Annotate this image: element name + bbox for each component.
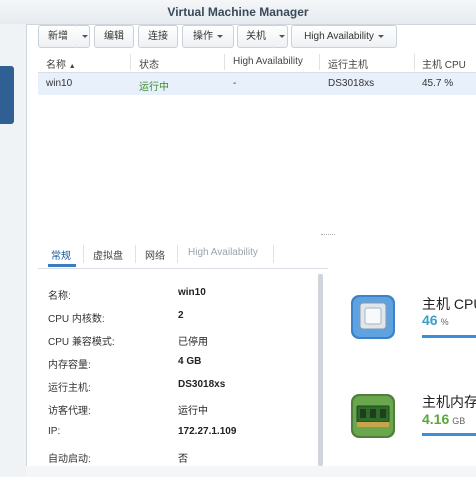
property-value: 172.27.1.109 (178, 426, 237, 437)
edit-button-label: 编辑 (104, 31, 124, 42)
column-header-name-label: 名称 (46, 60, 66, 71)
host-cpu-unit: % (440, 317, 449, 327)
property-key: 自动启动: (48, 454, 91, 465)
new-dropdown-button[interactable] (77, 25, 90, 48)
title-bar: Virtual Machine Manager (0, 0, 476, 25)
property-row: CPU 兼容模式: 已停用 (38, 329, 318, 351)
new-button-label: 新增 (48, 31, 68, 42)
chevron-down-icon (377, 34, 384, 38)
column-header-host[interactable]: 运行主机 (328, 56, 368, 71)
property-key: CPU 兼容模式: (48, 337, 115, 348)
chevron-down-icon (217, 34, 223, 38)
chevron-down-icon (279, 35, 285, 38)
chevron-down-icon (82, 35, 88, 38)
property-row: IP: 172.27.1.109 (38, 422, 318, 444)
host-memory-value: 4.16 GB (422, 411, 465, 427)
column-divider[interactable] (414, 54, 415, 70)
cpu-chip-icon (350, 294, 396, 340)
host-cpu-number: 46 (422, 312, 438, 328)
tab-divider (135, 245, 136, 263)
property-value: 已停用 (178, 337, 208, 348)
ha-button-label: High Availability (304, 31, 374, 42)
property-key: 名称: (48, 291, 71, 302)
host-cpu-value: 46% (422, 312, 449, 328)
property-value: 2 (178, 310, 184, 321)
property-key: 访客代理: (48, 406, 91, 417)
property-key: CPU 内核数: (48, 314, 105, 325)
tab-network[interactable]: 网络 (145, 247, 165, 262)
property-row: 访客代理: 运行中 (38, 398, 318, 420)
column-header-name[interactable]: 名称 ▲ (46, 56, 76, 71)
tab-virtual-disk[interactable]: 虚拟盘 (93, 247, 123, 262)
action-button-label: 操作 (193, 31, 213, 42)
tab-divider (273, 245, 274, 263)
action-menu-button[interactable]: 操作 (182, 25, 234, 48)
host-memory-unit: GB (452, 416, 466, 426)
property-value: DS3018xs (178, 379, 226, 390)
table-header: 名称 ▲ 状态 High Availability 运行主机 主机 CPU (38, 52, 476, 73)
property-row: CPU 内核数: 2 (38, 306, 318, 328)
property-value: win10 (178, 287, 206, 298)
vm-status-cell: 运行中 (139, 82, 169, 93)
property-value: 4 GB (178, 356, 202, 367)
high-availability-menu-button[interactable]: High Availability (291, 25, 397, 48)
column-header-host-cpu[interactable]: 主机 CPU (422, 56, 466, 71)
vm-name-cell: win10 (46, 78, 73, 89)
memory-module-icon (350, 393, 396, 439)
column-header-status[interactable]: 状态 (139, 56, 159, 71)
property-key: 运行主机: (48, 383, 91, 394)
vm-cpu-cell: 45.7 % (422, 78, 454, 89)
connect-button[interactable]: 连接 (138, 25, 178, 48)
tab-divider (83, 245, 84, 263)
footer-area (26, 466, 476, 477)
host-memory-title: 主机内存 (422, 394, 476, 410)
property-value: 否 (178, 454, 188, 465)
left-sidebar (0, 24, 27, 477)
shutdown-button[interactable]: 关机 (237, 25, 275, 48)
column-header-ha[interactable]: High Availability (233, 56, 303, 67)
shutdown-button-label: 关机 (246, 31, 266, 42)
connect-button-label: 连接 (148, 31, 168, 42)
host-cpu-title: 主机 CPU (422, 296, 476, 312)
column-divider[interactable] (130, 54, 131, 70)
vm-table: 名称 ▲ 状态 High Availability 运行主机 主机 CPU wi… (38, 52, 476, 95)
tab-general[interactable]: 常规 (51, 247, 71, 262)
tab-divider (177, 245, 178, 263)
property-row: 自动启动: 否 (38, 446, 318, 468)
tab-high-availability[interactable]: High Availability (188, 247, 258, 258)
column-divider[interactable] (224, 54, 225, 70)
detail-tabs: 常规 虚拟盘 网络 High Availability (38, 242, 476, 269)
edit-button[interactable]: 编辑 (94, 25, 134, 48)
property-row: 运行主机: DS3018xs (38, 375, 318, 397)
property-row: 内存容量: 4 GB (38, 352, 318, 374)
property-value: 运行中 (178, 406, 208, 417)
sidebar-active-tab[interactable] (0, 66, 14, 124)
shutdown-dropdown-button[interactable] (274, 25, 288, 48)
resource-panel: 主机 CPU 46% 主机内存 4.16GB (328, 268, 476, 477)
window-title: Virtual Machine Manager (167, 5, 309, 19)
vm-ha-cell: - (233, 78, 237, 89)
host-cpu-bar (422, 335, 476, 338)
vm-host-cell: DS3018xs (328, 78, 375, 89)
properties-scrollbar[interactable] (318, 274, 323, 466)
column-divider[interactable] (319, 54, 320, 70)
active-tab-indicator (48, 264, 76, 267)
property-key: IP: (48, 426, 61, 437)
host-memory-number: 4.16 (422, 411, 450, 427)
splitter-grip-icon (321, 234, 335, 238)
new-button[interactable]: 新增 (38, 25, 78, 48)
sort-ascending-icon: ▲ (68, 63, 76, 70)
property-row: 名称: win10 (38, 283, 318, 305)
table-row[interactable]: win10 运行中 - DS3018xs 45.7 % (38, 73, 476, 95)
host-memory-bar (422, 433, 476, 436)
panel-splitter[interactable] (26, 234, 476, 240)
property-key: 内存容量: (48, 360, 91, 371)
